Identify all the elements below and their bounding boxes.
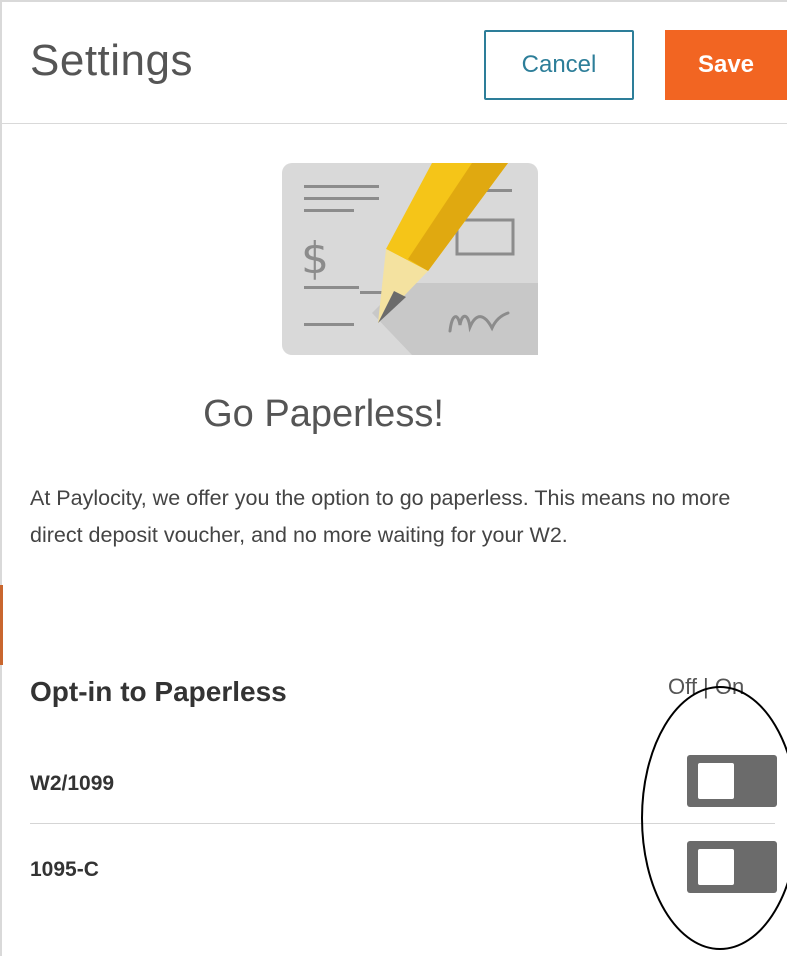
go-paperless-headline: Go Paperless! xyxy=(203,393,444,435)
cancel-button[interactable]: Cancel xyxy=(484,30,634,100)
paperless-description: At Paylocity, we offer you the option to… xyxy=(30,486,731,547)
annotation-circle-highlight xyxy=(641,686,787,950)
page-title: Settings xyxy=(30,36,193,85)
paperless-check-pencil-icon: $ xyxy=(282,163,538,355)
save-button[interactable]: Save xyxy=(665,30,787,100)
svg-text:$: $ xyxy=(301,233,329,284)
toggle-1095-c[interactable] xyxy=(687,841,777,893)
background-edge-accent xyxy=(0,585,3,665)
opt-in-section-title: Opt-in to Paperless xyxy=(30,676,287,707)
row-divider xyxy=(30,823,775,824)
toggle-w2-1099[interactable] xyxy=(687,755,777,807)
toggle-knob xyxy=(698,849,734,885)
window-left-border xyxy=(0,0,2,956)
toggle-knob xyxy=(698,763,734,799)
settings-header: Settings Cancel Save xyxy=(0,0,787,124)
option-label-w2-1099: W2/1099 xyxy=(30,772,115,795)
toggle-off-on-legend: Off | On xyxy=(668,674,745,699)
option-label-1095-c: 1095-C xyxy=(30,858,99,881)
